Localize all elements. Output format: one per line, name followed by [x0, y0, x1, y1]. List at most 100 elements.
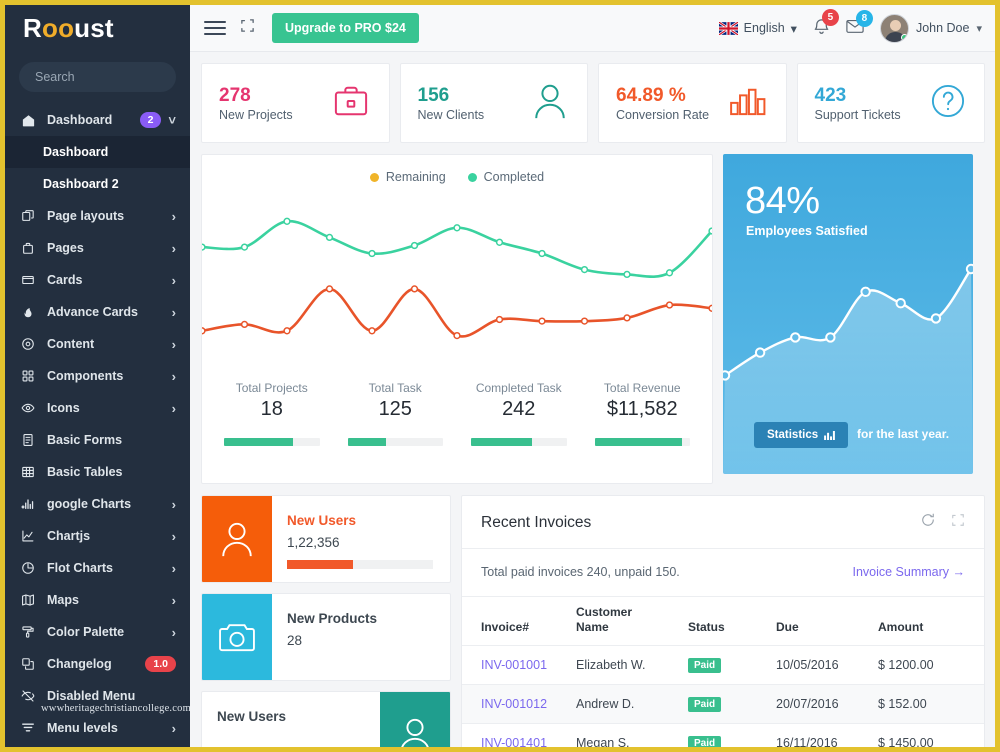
- sidebar-item-flot-charts[interactable]: Flot Charts ›: [5, 552, 190, 584]
- sidebar-item-cards[interactable]: Cards ›: [5, 264, 190, 296]
- compass-icon: [21, 337, 41, 351]
- search-input[interactable]: [19, 62, 176, 92]
- satisfaction-percent: 84%: [745, 180, 820, 222]
- chevron-down-icon: ▾: [976, 22, 982, 35]
- sidebar-item-label: Pages: [47, 241, 84, 255]
- column-header: Amount: [872, 596, 984, 646]
- invoice-id-link[interactable]: INV-001001: [462, 645, 570, 685]
- user-name: John Doe: [915, 21, 970, 35]
- stat-text: 156 New Clients: [418, 84, 485, 122]
- invoice-id-link[interactable]: INV-001012: [462, 684, 570, 724]
- invoice-customer: Andrew D.: [570, 684, 682, 724]
- sidebar-subitem-label: Dashboard 2: [43, 177, 119, 191]
- column-header: Status: [682, 596, 770, 646]
- invoices-tools: [921, 513, 965, 532]
- total-total-projects: Total Projects 18: [210, 381, 334, 446]
- total-value: 18: [260, 398, 283, 420]
- hamburger-icon[interactable]: [204, 17, 226, 39]
- chevron-right-icon: ›: [171, 304, 176, 320]
- stat-card-new-projects: 278 New Projects: [201, 63, 390, 143]
- mini-cards-column: New Users 1,22,356 New Products 28 New U…: [201, 495, 451, 747]
- notifications-button[interactable]: 5: [813, 8, 839, 40]
- sidebar-item-color-palette[interactable]: Color Palette ›: [5, 616, 190, 648]
- sidebar-item-content[interactable]: Content ›: [5, 328, 190, 360]
- watermark-text: wwwheritagechristiancollege.com: [41, 703, 190, 714]
- chevron-right-icon: ›: [171, 720, 176, 736]
- brand-logo[interactable]: Roo ust: [5, 5, 190, 52]
- sidebar-item-page-layouts[interactable]: Page layouts ›: [5, 200, 190, 232]
- sidebar-item-google-charts[interactable]: google Charts ›: [5, 488, 190, 520]
- sidebar-item-menu-levels[interactable]: Menu levels ›: [5, 712, 190, 744]
- sidebar-subitem-dashboard[interactable]: Dashboard: [5, 136, 190, 168]
- sidebar-item-changelog[interactable]: Changelog 1.0: [5, 648, 190, 680]
- sidebar-subitem-label: Dashboard: [43, 145, 109, 159]
- mini-card-value: 28: [287, 633, 303, 648]
- invoice-status: Paid: [682, 684, 770, 724]
- satisfaction-label: Employees Satisfied: [746, 224, 868, 238]
- user-menu[interactable]: John Doe ▾: [879, 13, 982, 43]
- user-icon: [532, 82, 568, 125]
- upgrade-button[interactable]: Upgrade to PRO $24: [272, 13, 419, 43]
- question-icon: [931, 84, 965, 123]
- language-selector[interactable]: English ▾: [718, 21, 797, 36]
- form-icon: [21, 433, 41, 447]
- stat-text: 423 Support Tickets: [815, 84, 901, 122]
- chevron-right-icon: ›: [171, 496, 176, 512]
- sidebar-subitem-dashboard-2[interactable]: Dashboard 2: [5, 168, 190, 200]
- column-header: Invoice#: [462, 596, 570, 646]
- refresh-icon[interactable]: [921, 513, 935, 532]
- sidebar-item-dashboard[interactable]: Dashboard 2 ˅: [5, 104, 190, 136]
- copy-icon: [21, 657, 41, 671]
- invoices-title: Recent Invoices: [481, 513, 592, 531]
- stat-label: New Clients: [417, 107, 485, 122]
- statistics-button[interactable]: Statistics: [754, 422, 849, 448]
- legend-dot: [467, 172, 477, 182]
- invoice-status: Paid: [682, 723, 770, 747]
- fullscreen-icon[interactable]: [951, 513, 965, 532]
- invoice-customer: Megan S.: [570, 723, 682, 747]
- stat-text: 64.89 % Conversion Rate: [616, 84, 709, 122]
- briefcase-icon: [332, 84, 370, 123]
- total-progress-bar: [471, 438, 567, 446]
- sidebar-item-pages[interactable]: Pages ›: [5, 232, 190, 264]
- sidebar-item-advance-cards[interactable]: Advance Cards ›: [5, 296, 190, 328]
- invoice-amount: $ 1450.00: [872, 723, 984, 747]
- messages-button[interactable]: 8: [846, 9, 873, 39]
- invoice-amount: $ 152.00: [872, 684, 984, 724]
- fullscreen-icon[interactable]: [240, 18, 255, 38]
- employee-satisfaction-card: 84% Employees Satisfied Statistics for t…: [723, 154, 973, 474]
- messages-badge: 8: [855, 9, 873, 27]
- mini-card-value: 1,22,356: [287, 535, 340, 550]
- app-frame: Rooust Dashboard 2 ˅ Dashboard Dashboard 2 Pa…: [0, 0, 1000, 752]
- invoice-customer: Elizabeth W.: [570, 645, 682, 685]
- brand-part-2: oo: [41, 13, 75, 43]
- home-icon: [21, 113, 41, 128]
- total-label: Completed Task: [475, 381, 562, 395]
- sidebar-item-label: Content: [47, 337, 95, 351]
- chevron-down-icon: ▾: [790, 21, 797, 36]
- mini-card-progress: [287, 560, 433, 569]
- legend-item-completed[interactable]: Completed: [467, 170, 544, 184]
- table-icon: [21, 465, 41, 479]
- sidebar-item-basic-forms[interactable]: Basic Forms: [5, 424, 190, 456]
- stat-value: 278: [219, 85, 251, 107]
- bar-chart-icon: [824, 430, 836, 440]
- sidebar-item-chartjs[interactable]: Chartjs ›: [5, 520, 190, 552]
- bar-chart-icon: [729, 86, 767, 121]
- sidebar-item-components[interactable]: Components ›: [5, 360, 190, 392]
- sidebar-item-basic-tables[interactable]: Basic Tables: [5, 456, 190, 488]
- grid-icon: [21, 369, 41, 383]
- chevron-down-icon: ˅: [168, 112, 176, 128]
- invoices-summary: Total paid invoices 240, unpaid 150. Inv…: [462, 549, 984, 596]
- sidebar-item-label: Changelog: [47, 657, 112, 671]
- camera-icon: [202, 594, 272, 680]
- legend-item-remaining[interactable]: Remaining: [369, 170, 446, 184]
- total-value: 125: [378, 398, 412, 420]
- invoice-id-link[interactable]: INV-001401: [462, 723, 570, 747]
- invoice-summary-link[interactable]: Invoice Summary →: [852, 565, 965, 579]
- invoices-table-header: Invoice# Customer Name Status Due Amount: [462, 596, 984, 646]
- stat-card-support-tickets: 423 Support Tickets: [796, 63, 985, 143]
- sidebar-item-icons[interactable]: Icons ›: [5, 392, 190, 424]
- middle-row: Remaining Completed Total Projects 18 To…: [201, 154, 985, 484]
- sidebar-item-maps[interactable]: Maps ›: [5, 584, 190, 616]
